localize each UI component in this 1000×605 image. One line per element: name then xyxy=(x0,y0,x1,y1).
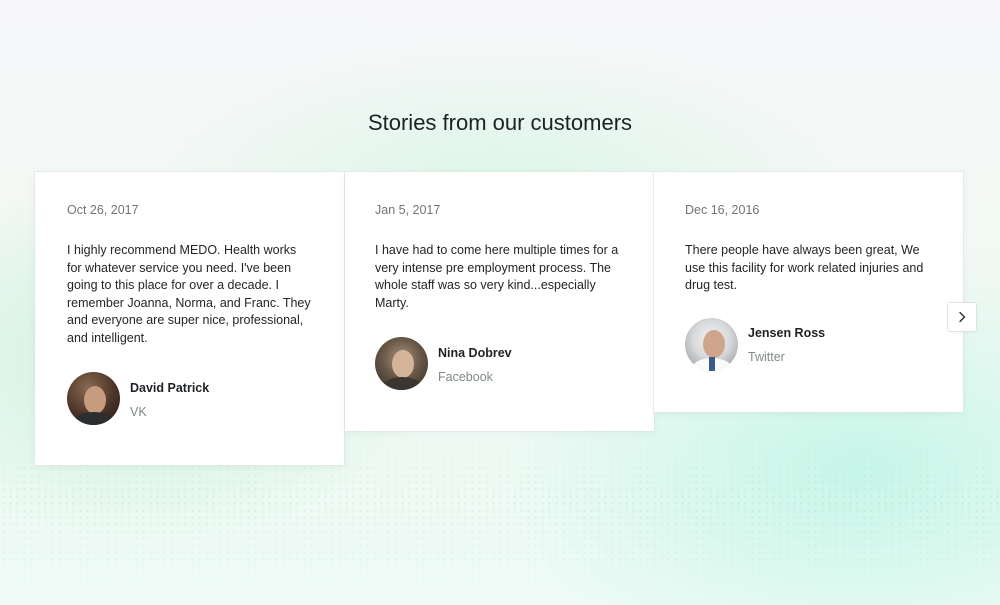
testimonial-quote: I have had to come here multiple times f… xyxy=(375,243,619,310)
carousel-next-button[interactable] xyxy=(948,303,976,331)
author-source: VK xyxy=(130,404,147,419)
testimonial-card: Dec 16, 2016 There people have always be… xyxy=(654,172,963,412)
author-source: Twitter xyxy=(748,350,785,364)
avatar xyxy=(685,317,738,371)
testimonial-quote: I highly recommend MEDO. Health works fo… xyxy=(67,243,311,345)
chevron-right-icon xyxy=(957,311,967,323)
testimonial-author: Nina Dobrev Facebook xyxy=(375,337,624,390)
testimonial-card: Jan 5, 2017 I have had to come here mult… xyxy=(345,172,654,431)
section-title: Stories from our customers xyxy=(367,110,633,135)
testimonial-date: Oct 26, 2017 xyxy=(67,203,139,217)
testimonial-author: Jensen Ross Twitter xyxy=(685,317,933,371)
author-name: Nina Dobrev xyxy=(438,345,512,360)
author-name: Jensen Ross xyxy=(748,326,826,340)
author-source: Facebook xyxy=(438,369,493,384)
author-name: David Patrick xyxy=(130,380,210,395)
avatar xyxy=(67,372,120,425)
testimonial-date: Dec 16, 2016 xyxy=(685,203,760,217)
testimonial-card: Oct 26, 2017 I highly recommend MEDO. He… xyxy=(35,172,344,465)
testimonial-quote: There people have always been great, We … xyxy=(685,243,924,292)
avatar xyxy=(375,337,428,390)
testimonial-date: Jan 5, 2017 xyxy=(375,203,441,217)
testimonial-author: David Patrick VK xyxy=(67,372,314,425)
